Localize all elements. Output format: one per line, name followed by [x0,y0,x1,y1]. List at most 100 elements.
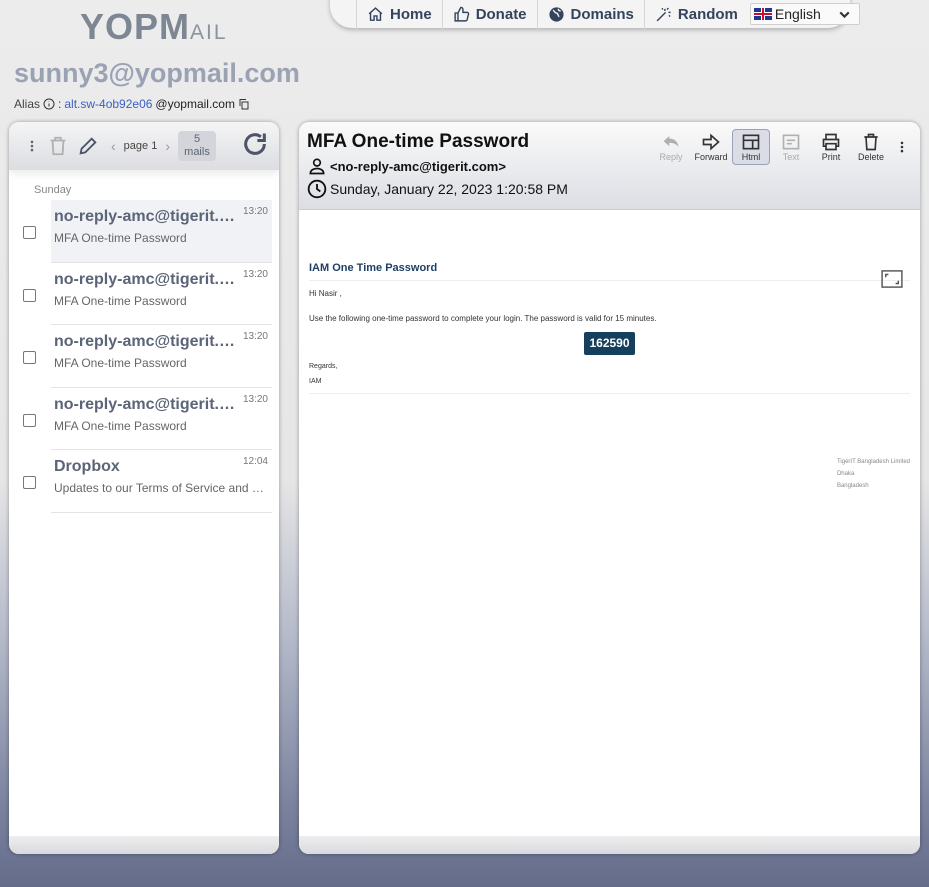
mail-count-badge: 5 mails [178,131,216,161]
message-body: IAM One Time Password Hi Nasir , Use the… [299,262,920,489]
mail-summary[interactable]: no-reply-amc@tigerit.com MFA One-time Pa… [51,263,272,325]
mail-sender: no-reply-amc@tigerit.com [54,270,239,288]
page-label: page 1 [123,140,158,152]
next-page-icon[interactable]: › [165,138,170,154]
magic-wand-icon [656,7,671,21]
alias-separator: : [58,97,62,111]
reply-button[interactable]: Reply [652,129,690,165]
message-footer-bar [299,836,920,854]
mail-checkbox[interactable] [23,288,36,302]
refresh-button[interactable] [241,130,269,163]
yopmail-logo[interactable]: YOPMAIL [80,6,255,51]
mail-subject: Updates to our Terms of Service and Priv… [54,481,266,495]
list-item[interactable]: no-reply-amc@tigerit.com MFA One-time Pa… [9,200,279,263]
nav-random-label: Random [677,5,738,23]
refresh-icon [244,132,266,155]
more-vertical-icon[interactable] [25,135,39,157]
mail-time: 13:20 [242,268,268,280]
mail-subject: MFA One-time Password [54,293,187,308]
nav-donate[interactable]: Donate [441,0,537,30]
inbox-email-address: sunny3@yopmail.com [14,58,300,88]
message-header: MFA One-time Password <no-reply-amc@tige… [299,122,920,210]
globe-icon [548,6,564,22]
forward-label: Forward [694,152,728,162]
message-actions: Reply Forward Html Text Print Delete [652,129,912,165]
nav-home-label: Home [390,5,432,23]
mail-sender: no-reply-amc@tigerit.com [54,208,239,225]
html-view-button[interactable]: Html [732,129,770,165]
mail-checkbox[interactable] [23,351,36,364]
list-item[interactable]: no-reply-amc@tigerit.com MFA One-time Pa… [9,325,279,388]
top-navigation: Home Donate Domains Random English [330,0,860,30]
message-sender: <no-reply-amc@tigerit.com> [330,158,506,174]
print-button[interactable]: Print [812,129,850,165]
mail-sender: Dropbox [54,458,120,475]
mail-subject: MFA One-time Password [54,231,187,245]
print-label: Print [821,152,841,162]
text-label: Text [782,152,800,162]
message-date: Sunday, January 22, 2023 1:20:58 PM [330,181,568,197]
list-item[interactable]: no-reply-amc@tigerit.com MFA One-time Pa… [9,263,279,325]
nav-random[interactable]: Random [643,0,748,30]
html-label: Html [741,152,761,162]
alias-row: Alias : alt.sw-4ob92e06 @yopmail.com [14,97,250,111]
language-select[interactable]: English [749,3,860,25]
mail-summary[interactable]: no-reply-amc@tigerit.com MFA One-time Pa… [51,388,272,450]
mail-summary[interactable]: no-reply-amc@tigerit.com MFA One-time Pa… [51,200,272,263]
logo-text-tail: AIL [190,21,228,44]
printer-icon [822,133,840,151]
mail-time: 12:04 [242,456,268,467]
email-regards: Regards, [309,363,338,370]
copy-icon[interactable] [238,98,250,110]
more-vertical-icon [900,141,904,153]
alias-label: Alias [14,97,41,111]
mail-checkbox[interactable] [23,226,36,239]
mail-time: 13:20 [242,206,268,217]
chevron-down-icon [839,11,850,18]
home-icon [368,6,383,21]
fullscreen-icon[interactable] [881,270,903,288]
forward-icon [702,133,720,151]
text-view-button[interactable]: Text [772,129,810,165]
message-panel: MFA One-time Password <no-reply-amc@tige… [299,122,920,854]
message-date-row: Sunday, January 22, 2023 1:20:58 PM [307,179,920,199]
email-footer-address: TigerIT Bangladesh Limited Dhaka Banglad… [837,456,910,492]
mail-count-unit: mails [184,146,210,158]
list-item[interactable]: Dropbox Updates to our Terms of Service … [9,450,279,513]
nav-domains[interactable]: Domains [536,0,644,30]
html-layout-icon [742,134,760,150]
clock-icon [307,179,327,199]
nav-home[interactable]: Home [356,0,442,30]
language-label: English [774,6,821,22]
more-actions-button[interactable] [892,129,912,165]
pencil-icon[interactable] [77,135,99,157]
mail-time: 13:20 [242,393,268,405]
mail-list-toolbar: ‹ page 1 › 5 mails [9,122,279,170]
alias-name-link[interactable]: alt.sw-4ob92e06 [64,97,152,111]
email-greeting: Hi Nasir , [309,289,342,298]
info-icon[interactable] [43,98,55,110]
person-icon [309,158,325,175]
forward-button[interactable]: Forward [692,129,730,165]
delete-label: Delete [857,152,884,162]
mail-list-panel: ‹ page 1 › 5 mails Sunday no-reply-amc@t… [9,122,279,854]
mail-time: 13:20 [242,331,268,342]
mail-sender: no-reply-amc@tigerit.com [54,333,239,350]
prev-page-icon[interactable]: ‹ [111,138,116,154]
trash-icon [864,133,878,151]
list-item[interactable]: no-reply-amc@tigerit.com MFA One-time Pa… [9,388,279,450]
trash-icon[interactable] [47,135,69,157]
mail-checkbox[interactable] [23,413,36,427]
footer-country: Bangladesh [836,483,869,489]
mail-subject: MFA One-time Password [54,356,187,370]
email-instructions: Use the following one-time password to c… [309,314,657,323]
otp-code: 162590 [584,332,635,355]
mail-summary[interactable]: no-reply-amc@tigerit.com MFA One-time Pa… [51,325,272,388]
mail-summary[interactable]: Dropbox Updates to our Terms of Service … [51,450,272,513]
mail-checkbox[interactable] [23,476,36,489]
footer-city: Dhaka [836,471,855,477]
delete-button[interactable]: Delete [852,129,890,165]
mail-list-footer-bar [9,836,279,854]
mail-subject: MFA One-time Password [54,418,187,433]
mail-sender: no-reply-amc@tigerit.com [54,395,239,413]
